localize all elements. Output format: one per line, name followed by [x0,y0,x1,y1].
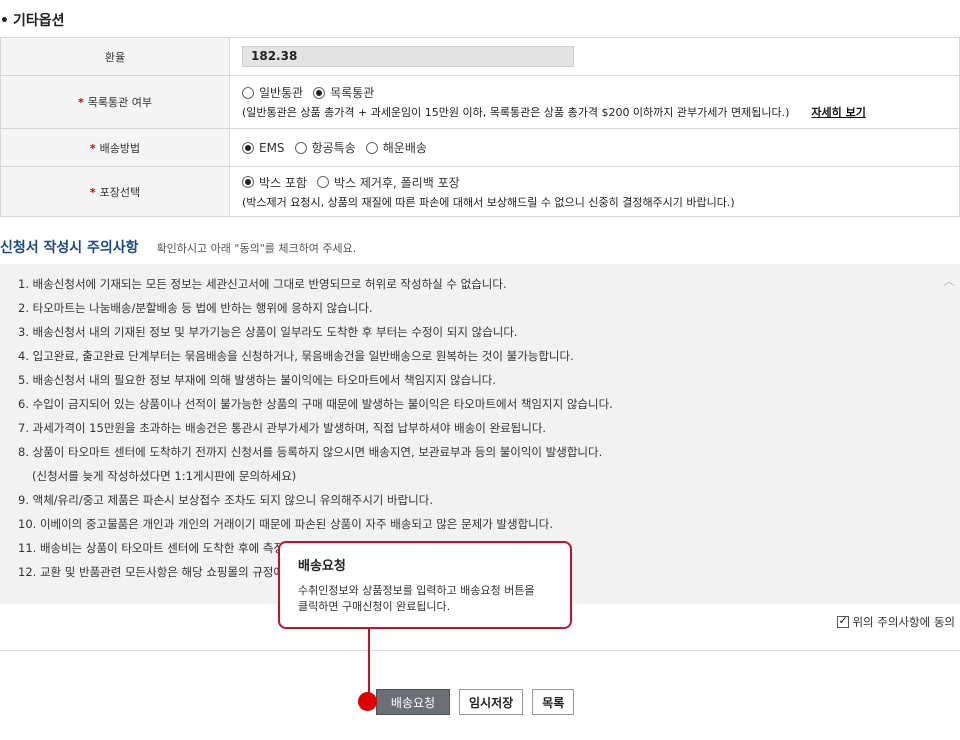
notice-item: 9. 액체/유리/중고 제품은 파손시 보상접수 조차도 되지 않으니 유의해주… [18,493,433,507]
notice-item: 7. 과세가격이 15만원을 초과하는 배송건은 통관시 관부가세가 발생하며,… [18,421,547,435]
shipping-cell: EMS 항공특송 해운배송 [229,128,960,167]
rate-value: 182.38 [242,46,574,67]
shipping-label: * 배송방법 [0,128,230,167]
required-mark: * [89,185,96,199]
radio-list-customs[interactable]: 목록통관 [313,84,374,101]
tooltip-line: 수취인정보와 상품정보를 입력하고 배송요청 버튼을 [298,584,535,597]
radio-box-removed[interactable]: 박스 제거후, 폴리백 포장 [316,174,460,191]
notice-header: 신청서 작성시 주의사항 확인하시고 아래 "동의"를 체크하여 주세요. [0,237,356,257]
required-mark: * [89,141,96,155]
button-row: 배송요청 임시저장 목록 [376,689,583,715]
radio-label: 일반통관 [259,86,304,100]
packing-label: * 포장선택 [0,166,230,217]
packing-cell: 박스 포함 박스 제거후, 폴리백 포장 (박스제거 요청시, 상품의 재질에 … [229,166,960,217]
options-table: 환율 182.38 * 목록통관 여부 일반통관 목록통관 (일반통관은 상품 총… [0,37,960,217]
tooltip-pointer-dot [358,692,377,711]
radio-icon[interactable] [365,141,378,154]
checkbox-checked-icon[interactable] [837,614,850,628]
packing-row: * 포장선택 박스 포함 박스 제거후, 폴리백 포장 (박스제거 요청시, 상품… [0,166,960,217]
radio-label: 박스 제거후, 폴리백 포장 [333,175,460,190]
radio-icon[interactable] [242,86,254,99]
customs-label-text: 목록통관 여부 [87,96,152,109]
temp-save-button[interactable]: 임시저장 [459,689,524,715]
list-button[interactable]: 목록 [532,689,575,715]
tooltip-callout: 배송요청 수취인정보와 상품정보를 입력하고 배송요청 버튼을 클릭하면 구매신… [278,541,572,629]
packing-note: (박스제거 요청시, 상품의 재질에 따른 파손에 대해서 보상해드릴 수 없으… [242,195,735,209]
notice-item: 4. 입고완료, 출고완료 단계부터는 묶음배송을 신청하거나, 묶음배송건을 … [18,349,574,363]
required-mark: * [78,96,84,109]
notice-item: 3. 배송신청서 내의 기재된 정보 및 부가기능은 상품이 일부라도 도착한 … [18,325,518,339]
divider [0,650,960,651]
rate-label: 환율 [0,37,230,76]
section-title-text: 기타옵션 [12,13,65,29]
radio-icon[interactable] [316,176,329,188]
radio-label: 박스 포함 [259,175,307,190]
notice-item: 2. 타오마트는 나눔배송/분할배송 등 법에 반하는 행위에 응하지 않습니다… [18,301,373,315]
radio-label: 해운배송 [382,141,427,155]
customs-note-text: (일반통관은 상품 총가격 + 과세운임이 15만원 이하, 목록통관은 상품 … [242,106,790,119]
rate-row: 환율 182.38 [0,37,960,76]
submit-shipping-button[interactable]: 배송요청 [376,689,450,715]
radio-label: 항공특송 [311,141,356,155]
radio-box-included[interactable]: 박스 포함 [242,174,307,191]
notice-item: 6. 수입이 금지되어 있는 상품이나 선적이 불가능한 상품의 구매 때문에 … [18,397,613,411]
radio-selected-icon[interactable] [242,176,254,188]
notice-title: 신청서 작성시 주의사항 [0,240,139,256]
radio-selected-icon[interactable] [313,86,326,99]
radio-selected-icon[interactable] [242,141,254,154]
notice-subtitle: 확인하시고 아래 "동의"를 체크하여 주세요. [156,242,357,255]
section-title: • 기타옵션 [0,10,64,30]
radio-label: 목록통관 [330,86,375,100]
notice-item: 1. 배송신청서에 기재되는 모든 정보는 세관신고서에 그대로 반영되므로 허… [18,277,507,291]
packing-label-text: 포장선택 [99,185,141,199]
notice-item: 5. 배송신청서 내의 필요한 정보 부재에 의해 발생하는 불이익에는 타오마… [18,373,497,387]
customs-note: (일반통관은 상품 총가격 + 과세운임이 15만원 이하, 목록통관은 상품 … [242,104,959,120]
tooltip-body: 수취인정보와 상품정보를 입력하고 배송요청 버튼을 클릭하면 구매신청이 완료… [298,583,552,615]
shipping-label-text: 배송방법 [99,141,141,155]
radio-icon[interactable] [294,141,307,154]
shipping-row: * 배송방법 EMS 항공특송 해운배송 [0,128,960,167]
tooltip-pointer-line [368,629,370,701]
radio-air-express[interactable]: 항공특송 [294,139,356,156]
notice-item: 8. 상품이 타오마트 센터에 도착하기 전까지 신청서를 등록하지 않으시면 … [18,445,603,459]
rate-cell: 182.38 [229,37,960,76]
chevron-up-icon[interactable]: ︿ [942,275,956,287]
bullet-icon: • [0,13,9,29]
tooltip-line: 클릭하면 구매신청이 완료됩니다. [298,600,451,613]
notice-item: (신청서를 늦게 작성하셨다면 1:1게시판에 문의하세요) [32,469,297,483]
radio-sea-shipping[interactable]: 해운배송 [365,139,427,156]
customs-row: * 목록통관 여부 일반통관 목록통관 (일반통관은 상품 총가격 + 과세운임이… [0,75,960,129]
radio-ems[interactable]: EMS [242,141,285,155]
details-link[interactable]: 자세히 보기 [811,106,865,119]
customs-cell: 일반통관 목록통관 (일반통관은 상품 총가격 + 과세운임이 15만원 이하,… [229,75,960,129]
customs-label: * 목록통관 여부 [0,75,230,129]
tooltip-title: 배송요청 [298,559,346,574]
notice-item: 10. 이베이의 중고물품은 개인과 개인의 거래이기 때문에 파손된 상품이 … [18,517,553,531]
radio-label: EMS [259,140,285,155]
agree-checkbox[interactable]: 위의 주의사항에 동의 [837,614,955,630]
radio-general-customs[interactable]: 일반통관 [242,84,303,101]
agree-label: 위의 주의사항에 동의 [852,615,955,629]
